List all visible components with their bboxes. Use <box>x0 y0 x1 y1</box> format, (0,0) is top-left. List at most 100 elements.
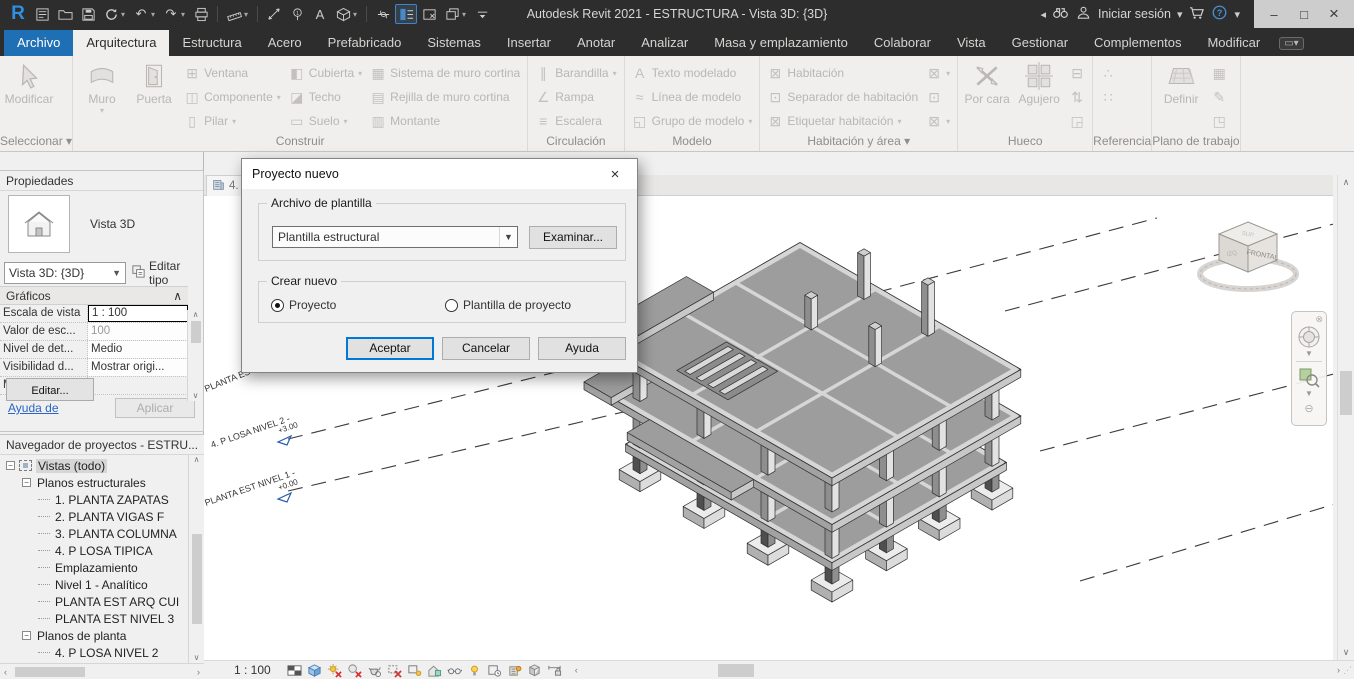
tab-anotar[interactable]: Anotar <box>564 30 628 56</box>
type-preview[interactable] <box>8 195 70 253</box>
graphics-section-header[interactable]: Gráficos∧ <box>0 286 188 305</box>
tab-estructura[interactable]: Estructura <box>169 30 254 56</box>
tree-item-1-planta-zapatas[interactable]: 1. PLANTA ZAPATAS <box>0 491 204 508</box>
tree-item-nivel-1-analitico[interactable]: Nivel 1 - Analítico <box>0 576 204 593</box>
visual-style-icon[interactable] <box>285 662 305 679</box>
revit-logo[interactable]: R <box>6 4 30 24</box>
navigation-bar[interactable]: ⊗ ▼ ▼ ⊖ <box>1291 311 1327 426</box>
type-selector-combo[interactable]: Vista 3D: {3D}▼ <box>4 262 126 284</box>
pilar-button[interactable]: ▯Pilar▾ <box>181 109 284 133</box>
undo-icon-dropdown[interactable]: ▾ <box>151 10 159 19</box>
tree-item-planos-estructurales[interactable]: −Planos estructurales <box>0 474 204 491</box>
navbar-collapse-icon[interactable]: ⊖ <box>1304 402 1313 415</box>
detail-level-icon[interactable] <box>305 662 325 679</box>
radio-project-template[interactable]: Plantilla de proyecto <box>445 298 571 312</box>
displacement-icon[interactable] <box>525 662 545 679</box>
measure-icon[interactable] <box>223 4 245 24</box>
barandilla-button[interactable]: ∥Barandilla▾ <box>532 61 619 85</box>
browser-horizontal-scrollbar[interactable]: ‹ › <box>0 663 204 679</box>
undo-icon[interactable]: ↶ <box>130 4 152 24</box>
cancel-button[interactable]: Cancelar <box>442 337 530 360</box>
default-3d-view-icon[interactable] <box>332 4 354 24</box>
property-value[interactable]: 100 <box>88 323 188 340</box>
sistema-de-muro-cortina-button[interactable]: ▦Sistema de muro cortina <box>367 61 523 85</box>
tag-icon[interactable]: 1 <box>286 4 308 24</box>
print-icon[interactable] <box>190 4 212 24</box>
properties-scrollbar[interactable]: ∧∨ <box>187 310 203 401</box>
tree-item-2-planta-vigas-f[interactable]: 2. PLANTA VIGAS F <box>0 508 204 525</box>
property-value[interactable]: 1 : 100 <box>88 305 188 322</box>
tab-archivo[interactable]: Archivo <box>4 30 73 56</box>
sync-icon-dropdown[interactable]: ▾ <box>121 10 129 19</box>
area-separator-icon[interactable]: ⊡ <box>923 85 953 109</box>
analytical-model-icon[interactable] <box>505 662 525 679</box>
zoom-dropdown-icon[interactable]: ▼ <box>1305 389 1313 398</box>
save-icon[interactable] <box>77 4 99 24</box>
user-icon[interactable] <box>1075 5 1092 23</box>
ref-plane-icon[interactable]: ✎ <box>1208 85 1230 109</box>
tab-acero[interactable]: Acero <box>255 30 315 56</box>
techo-button[interactable]: ◪Techo <box>286 85 365 109</box>
crop-region-icon[interactable] <box>405 662 425 679</box>
show-workplane-icon[interactable]: ▦ <box>1208 61 1230 85</box>
text-icon[interactable]: A <box>309 4 331 24</box>
close-hidden-windows-icon[interactable] <box>418 4 440 24</box>
browse-button[interactable]: Examinar... <box>529 226 617 249</box>
tab-complementos[interactable]: Complementos <box>1081 30 1194 56</box>
componente-button[interactable]: ◫Componente▾ <box>181 85 284 109</box>
render-dialog-icon[interactable] <box>365 662 385 679</box>
navbar-close-icon[interactable]: ⊗ <box>1315 314 1323 325</box>
sign-in-button[interactable]: Iniciar sesión <box>1098 7 1171 21</box>
help-button[interactable]: Ayuda <box>538 337 626 360</box>
tab-gestionar[interactable]: Gestionar <box>999 30 1081 56</box>
tree-item-planta-est-nivel-3[interactable]: PLANTA EST NIVEL 3 <box>0 610 204 627</box>
accept-button[interactable]: Aceptar <box>346 337 434 360</box>
panel-caption-habitacion-y-area[interactable]: Habitación y área ▾ <box>760 134 957 151</box>
reference-plane-icon[interactable]: ∷ <box>1097 85 1119 109</box>
sync-icon[interactable] <box>100 4 122 24</box>
tab-prefabricado[interactable]: Prefabricado <box>315 30 415 56</box>
switch-windows-icon[interactable] <box>441 4 463 24</box>
panel-caption-plano-de-trabajo[interactable]: Plano de trabajo <box>1152 134 1239 151</box>
tab-arquitectura[interactable]: Arquitectura <box>73 30 169 56</box>
habitacion-button[interactable]: ⊠Habitación <box>764 61 921 85</box>
area-icon[interactable]: ⊠▾ <box>923 61 953 85</box>
texto-modelado-button[interactable]: ATexto modelado <box>629 61 756 85</box>
etiquetar-habitacion-button[interactable]: ⊠Etiquetar habitación▾ <box>764 109 921 133</box>
aligned-dimension-icon[interactable] <box>263 4 285 24</box>
puerta-button[interactable]: Puerta <box>129 59 179 106</box>
panel-caption-construir[interactable]: Construir <box>73 134 527 151</box>
reveal-hidden-icon[interactable] <box>465 662 485 679</box>
thin-lines-icon[interactable] <box>395 4 417 24</box>
suelo-button[interactable]: ▭Suelo▾ <box>286 109 365 133</box>
lock-3d-view-icon[interactable] <box>425 662 445 679</box>
open-icon[interactable] <box>54 4 76 24</box>
edit-type-button[interactable]: Editar tipo <box>130 261 199 285</box>
redo-icon-dropdown[interactable]: ▾ <box>181 10 189 19</box>
redo-icon[interactable]: ↷ <box>160 4 182 24</box>
app-store-cart-icon[interactable] <box>1188 5 1205 23</box>
qat-collapse-icon[interactable]: ◂ <box>1040 8 1046 21</box>
tree-item-planta-est-arq-cui[interactable]: PLANTA EST ARQ CUI <box>0 593 204 610</box>
tree-expander-icon[interactable]: − <box>22 631 31 640</box>
tab-modificar[interactable]: Modificar <box>1194 30 1273 56</box>
property-value[interactable]: Medio <box>88 341 188 358</box>
panel-caption-referencia[interactable]: Referencia <box>1093 134 1151 151</box>
minimize-button[interactable]: – <box>1264 7 1284 22</box>
close-button[interactable]: × <box>1324 4 1344 24</box>
modificar-button[interactable]: Modificar <box>4 59 54 106</box>
panel-caption-seleccionar[interactable]: Seleccionar ▾ <box>0 134 72 151</box>
section-icon[interactable] <box>372 4 394 24</box>
separador-de-habitacion-button[interactable]: ⊡Separador de habitación <box>764 85 921 109</box>
property-value[interactable]: Editar... <box>6 378 94 401</box>
qat-customize-icon[interactable] <box>471 4 493 24</box>
search-icon[interactable] <box>1052 5 1069 23</box>
switch-windows-icon-dropdown[interactable]: ▾ <box>462 10 470 19</box>
sun-path-icon[interactable] <box>325 662 345 679</box>
tree-item-4-p-losa-nivel-2[interactable]: 4. P LOSA NIVEL 2 <box>0 644 204 661</box>
dormer-icon[interactable]: ◲ <box>1066 109 1088 133</box>
tree-item-vistas-todo[interactable]: −Vistas (todo) <box>0 457 204 474</box>
measure-icon-dropdown[interactable]: ▾ <box>244 10 252 19</box>
por-cara-button[interactable]: Por cara <box>962 59 1012 106</box>
tab-analizar[interactable]: Analizar <box>628 30 701 56</box>
